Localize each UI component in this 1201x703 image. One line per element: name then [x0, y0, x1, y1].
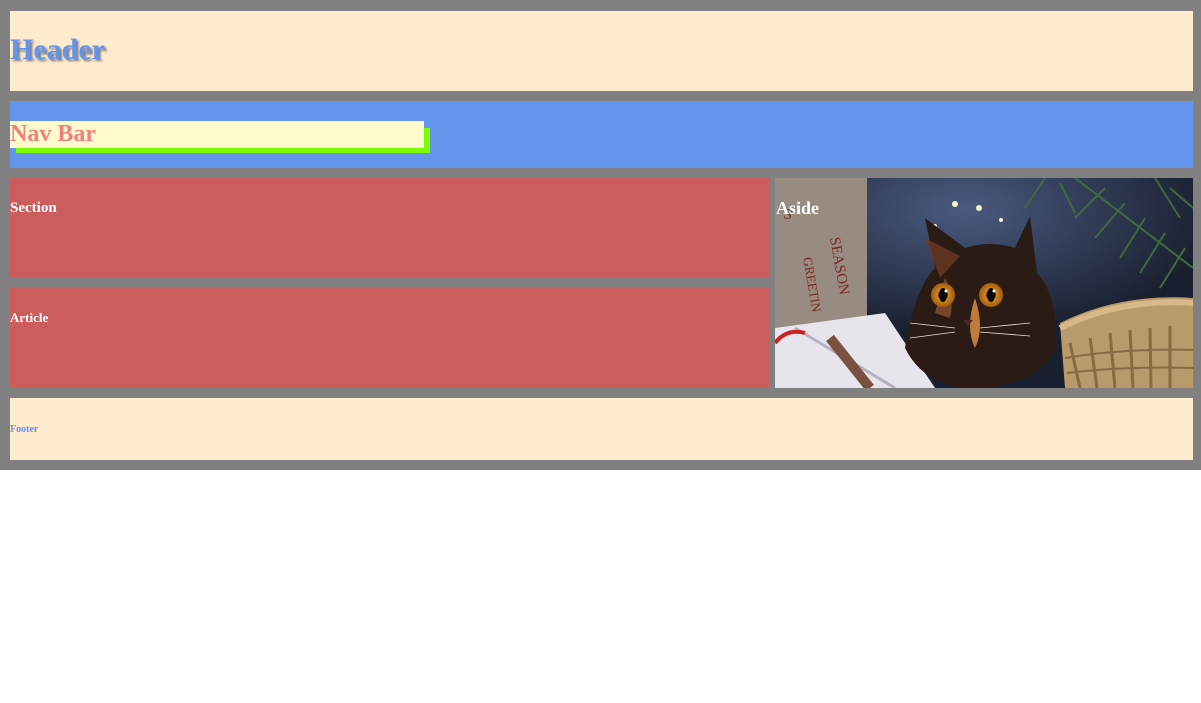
cat-photo: S SEASON GREETIN — [775, 178, 1193, 388]
section-title: Section — [10, 200, 57, 216]
nav-title: Nav Bar — [10, 121, 96, 147]
footer: Footer — [10, 398, 1193, 460]
footer-title: Footer — [10, 424, 39, 435]
aside: S SEASON GREETIN Aside — [775, 178, 1193, 388]
header-title: Header — [10, 33, 105, 66]
aside-title: Aside — [776, 198, 820, 218]
section: Section — [10, 178, 770, 277]
nav-bar: Nav Bar — [10, 101, 1193, 168]
article-title: Article — [10, 310, 49, 325]
header: Header — [10, 11, 1193, 91]
page-frame: Header Nav Bar Section Article S SEASON … — [0, 0, 1201, 470]
article: Article — [10, 288, 770, 387]
